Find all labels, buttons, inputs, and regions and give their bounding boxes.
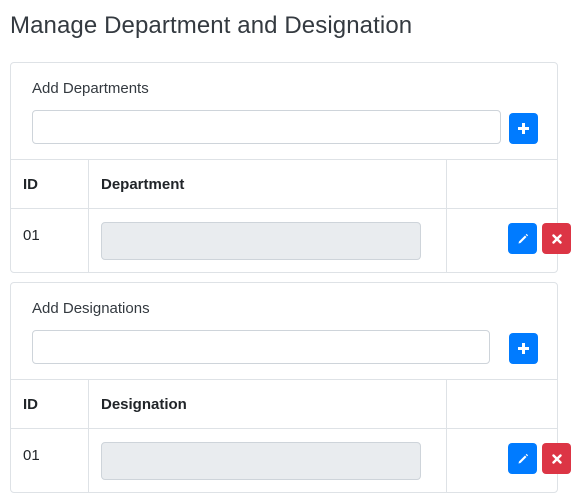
- actions-header: [446, 159, 557, 209]
- department-header: Department: [88, 159, 447, 209]
- designation-input[interactable]: [32, 330, 490, 364]
- pencil-icon: [517, 233, 529, 245]
- row-actions: [446, 428, 571, 493]
- plus-icon: [518, 343, 529, 354]
- add-department-button[interactable]: [509, 113, 538, 144]
- departments-table: ID Department 01: [11, 159, 571, 273]
- department-name-field[interactable]: [101, 221, 421, 260]
- table-header-row: ID Designation: [11, 379, 557, 429]
- page-title: Manage Department and Designation: [10, 12, 413, 39]
- row-id: 01: [11, 428, 89, 493]
- designations-table: ID Designation 01: [11, 379, 571, 493]
- edit-designation-button[interactable]: [508, 443, 537, 474]
- id-header: ID: [11, 379, 89, 429]
- delete-designation-button[interactable]: [542, 443, 571, 474]
- times-icon: [551, 453, 562, 464]
- row-name-cell: [88, 428, 447, 493]
- table-row: 01: [11, 428, 571, 493]
- department-input[interactable]: [32, 110, 501, 144]
- row-name-cell: [88, 208, 447, 273]
- add-designations-label: Add Designations: [32, 300, 150, 317]
- delete-department-button[interactable]: [542, 223, 571, 254]
- plus-icon: [518, 123, 529, 134]
- table-row: 01: [11, 208, 571, 273]
- row-actions: [446, 208, 571, 273]
- designation-name-field[interactable]: [101, 441, 421, 480]
- departments-card: Add Departments ID Department 01: [10, 62, 571, 273]
- add-designation-button[interactable]: [509, 333, 538, 364]
- designation-header: Designation: [88, 379, 447, 429]
- designations-card: Add Designations ID Designation 01: [10, 282, 571, 493]
- add-departments-label: Add Departments: [32, 80, 149, 97]
- times-icon: [551, 233, 562, 244]
- actions-header: [446, 379, 557, 429]
- pencil-icon: [517, 453, 529, 465]
- edit-department-button[interactable]: [508, 223, 537, 254]
- table-header-row: ID Department: [11, 159, 557, 209]
- id-header: ID: [11, 159, 89, 209]
- row-id: 01: [11, 208, 89, 273]
